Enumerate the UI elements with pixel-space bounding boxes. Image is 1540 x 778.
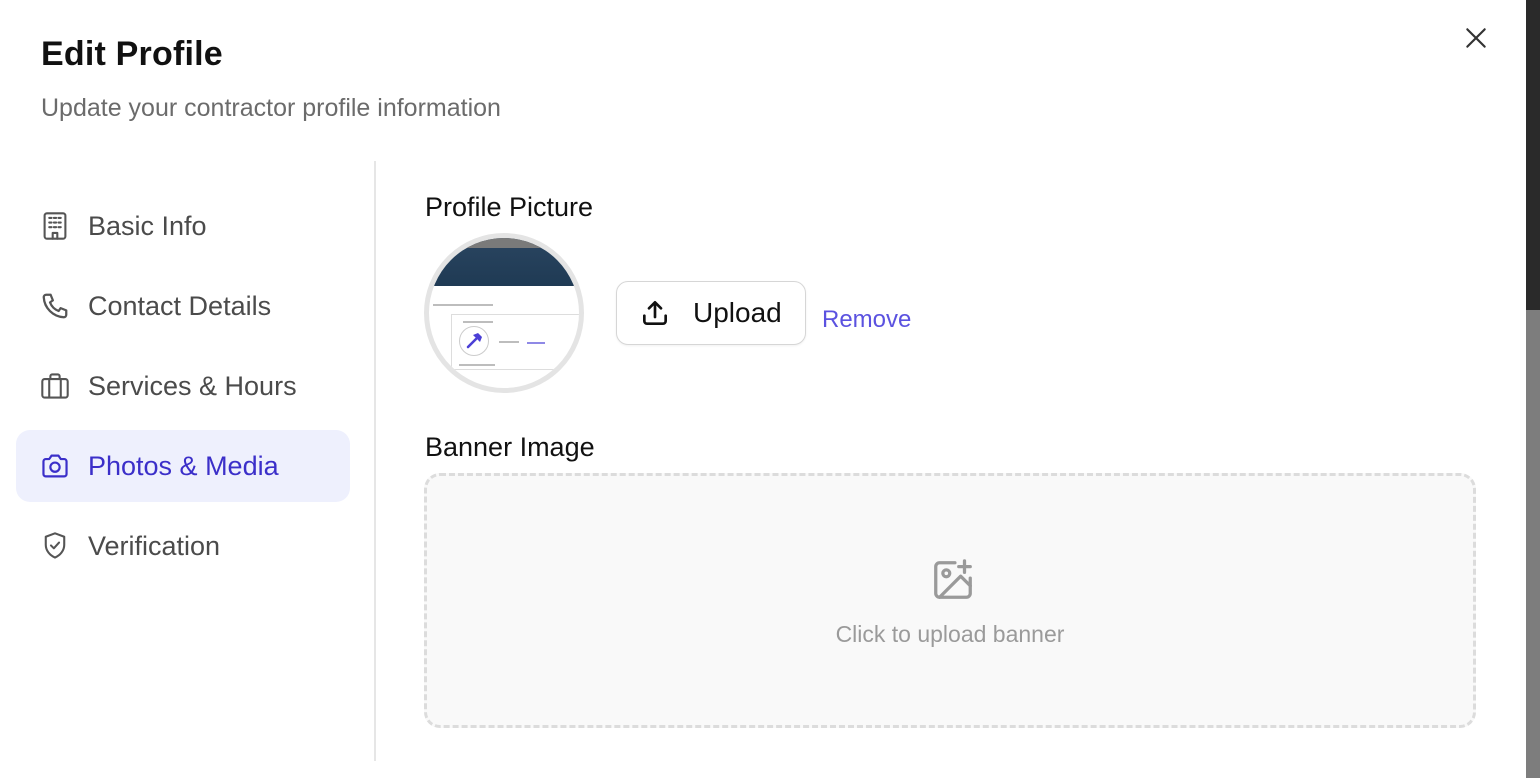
image-plus-icon [930,557,976,603]
sidebar-item-label: Services & Hours [88,370,297,401]
avatar-thumbnail-line [499,341,519,343]
building-icon [39,210,71,242]
banner-upload-hint: Click to upload banner [835,621,1065,647]
sidebar-item-services-hours[interactable]: Services & Hours [16,350,350,422]
hammer-icon [466,333,482,349]
avatar-thumbnail-line [527,342,545,344]
profile-picture-label: Profile Picture [425,192,594,222]
upload-icon [639,297,671,329]
sidebar-item-label: Verification [88,530,221,561]
avatar-thumbnail-line [459,364,495,366]
dialog-title: Edit Profile [41,35,223,73]
briefcase-icon [39,370,71,402]
sidebar-item-contact-details[interactable]: Contact Details [16,270,350,342]
sidebar-nav: Basic Info Contact Details Services & Ho… [16,190,350,590]
close-button[interactable] [1458,20,1494,56]
sidebar-item-label: Photos & Media [88,450,279,481]
avatar-thumbnail-header [429,238,579,286]
banner-image-label: Banner Image [425,432,595,462]
banner-upload-dropzone[interactable]: Click to upload banner [424,473,1476,728]
avatar-thumbnail-line [463,321,493,323]
upload-button[interactable]: Upload [616,281,806,345]
sidebar-divider [374,161,376,761]
close-icon [1466,28,1486,48]
scrollbar-thumb[interactable] [1526,310,1540,778]
shield-check-icon [39,530,71,562]
camera-icon [39,450,71,482]
avatar-thumbnail-line [433,304,493,306]
avatar [424,233,584,393]
remove-link[interactable]: Remove [822,306,911,334]
edit-profile-dialog: Edit Profile Update your contractor prof… [0,0,1526,778]
sidebar-item-photos-media[interactable]: Photos & Media [16,430,350,502]
avatar-thumbnail-circle [459,326,489,356]
sidebar-item-label: Contact Details [88,290,272,321]
upload-button-label: Upload [693,297,782,328]
phone-icon [39,290,71,322]
sidebar-item-verification[interactable]: Verification [16,510,350,582]
dialog-subtitle: Update your contractor profile informati… [41,94,501,122]
sidebar-item-label: Basic Info [88,210,207,241]
sidebar-item-basic-info[interactable]: Basic Info [16,190,350,262]
